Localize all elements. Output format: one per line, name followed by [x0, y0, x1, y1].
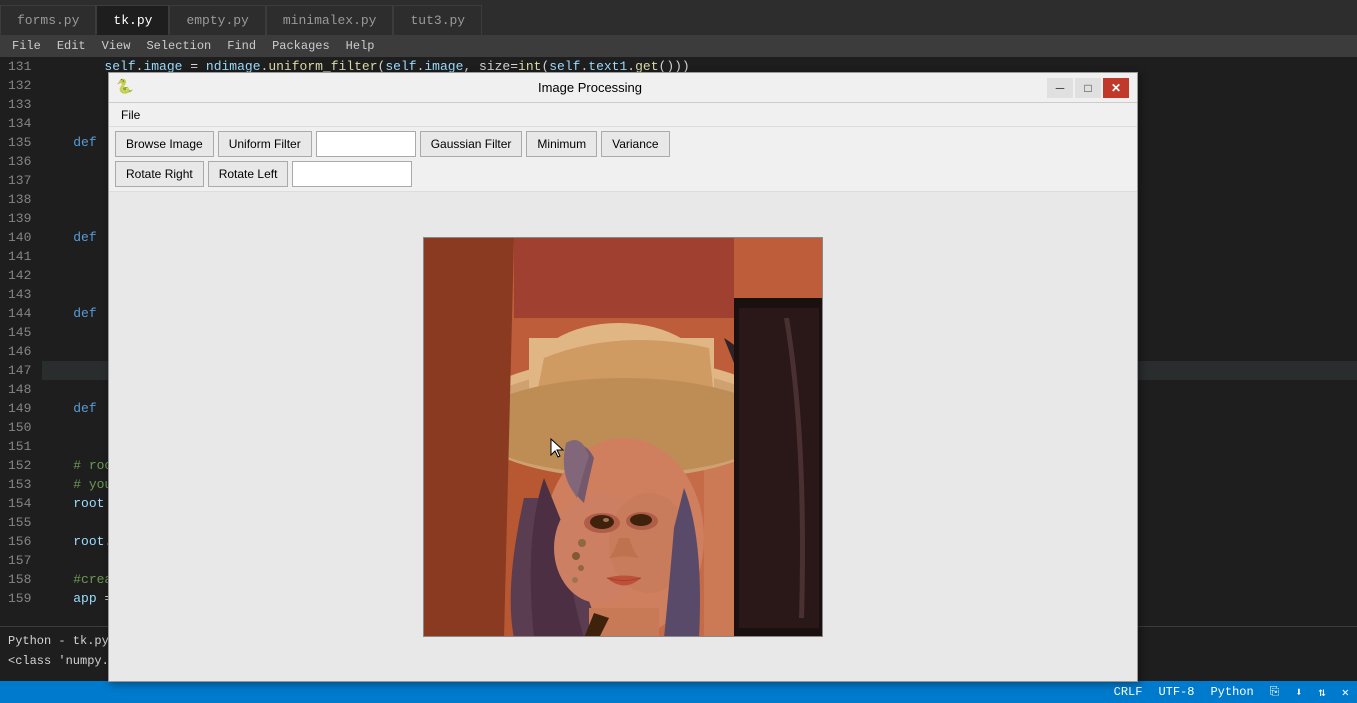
image-processing-window: 🐍 Image Processing ─ □ ✕ File Browse Ima… [108, 72, 1138, 682]
toolbar-row-2: Rotate Right Rotate Left [115, 161, 1131, 187]
rotate-right-button[interactable]: Rotate Right [115, 161, 204, 187]
window-menu: File [109, 103, 1137, 127]
status-right: CRLF UTF-8 Python ⎘ ⬇ ⇅ ✕ [1114, 685, 1349, 700]
variance-button[interactable]: Variance [601, 131, 669, 157]
rotation-input[interactable] [292, 161, 412, 187]
tab-tut3[interactable]: tut3.py [393, 5, 482, 35]
window-menu-file[interactable]: File [113, 104, 148, 126]
status-icon-close[interactable]: ✕ [1342, 685, 1349, 700]
menu-file[interactable]: File [4, 35, 49, 57]
status-crlf[interactable]: CRLF [1114, 685, 1143, 699]
menu-bar: File Edit View Selection Find Packages H… [0, 35, 1357, 57]
status-icon-download[interactable]: ⬇ [1295, 685, 1302, 700]
window-minimize-button[interactable]: ─ [1047, 78, 1073, 98]
menu-packages[interactable]: Packages [264, 35, 338, 57]
window-content [109, 192, 1137, 681]
tab-tk[interactable]: tk.py [96, 5, 169, 35]
status-bar: CRLF UTF-8 Python ⎘ ⬇ ⇅ ✕ [0, 681, 1357, 703]
window-toolbar: Browse Image Uniform Filter Gaussian Fil… [109, 127, 1137, 192]
window-title: Image Processing [133, 80, 1047, 95]
menu-view[interactable]: View [94, 35, 139, 57]
menu-selection[interactable]: Selection [138, 35, 219, 57]
window-icon: 🐍 [117, 80, 133, 96]
menu-find[interactable]: Find [219, 35, 264, 57]
image-display [423, 237, 823, 637]
minimum-button[interactable]: Minimum [526, 131, 597, 157]
rotate-left-button[interactable]: Rotate Left [208, 161, 289, 187]
tab-bar: forms.py tk.py empty.py minimalex.py tut… [0, 0, 1357, 35]
window-titlebar: 🐍 Image Processing ─ □ ✕ [109, 73, 1137, 103]
uniform-filter-button[interactable]: Uniform Filter [218, 131, 312, 157]
menu-help[interactable]: Help [338, 35, 383, 57]
status-encoding[interactable]: UTF-8 [1158, 685, 1194, 699]
status-icon-split[interactable]: ⇅ [1319, 685, 1326, 700]
line-numbers: 1311321331341351361371381391401411421431… [0, 57, 42, 648]
window-maximize-button[interactable]: □ [1075, 78, 1101, 98]
window-close-button[interactable]: ✕ [1103, 78, 1129, 98]
gaussian-filter-button[interactable]: Gaussian Filter [420, 131, 523, 157]
browse-image-button[interactable]: Browse Image [115, 131, 214, 157]
tab-minimalex[interactable]: minimalex.py [266, 5, 394, 35]
filter-input[interactable] [316, 131, 416, 157]
toolbar-row-1: Browse Image Uniform Filter Gaussian Fil… [115, 131, 1131, 157]
tab-empty[interactable]: empty.py [169, 5, 265, 35]
status-language[interactable]: Python [1210, 685, 1253, 699]
status-icon-copy[interactable]: ⎘ [1270, 685, 1280, 699]
menu-edit[interactable]: Edit [49, 35, 94, 57]
window-controls: ─ □ ✕ [1047, 78, 1129, 98]
tab-forms[interactable]: forms.py [0, 5, 96, 35]
